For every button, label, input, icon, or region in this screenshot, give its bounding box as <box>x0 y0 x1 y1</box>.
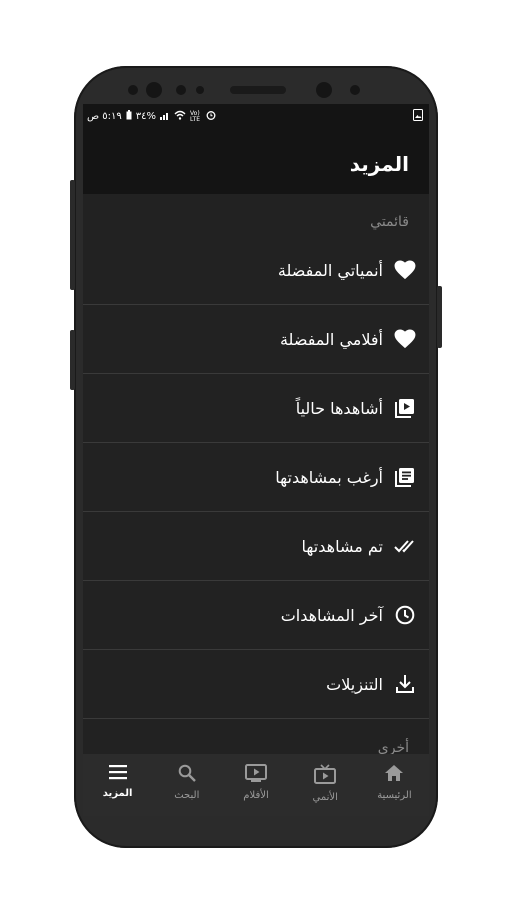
video-library-icon <box>393 396 417 420</box>
menu-item-favorite-movies[interactable]: أفلامي المفضلة <box>83 305 429 374</box>
menu-item-label: أنمياتي المفضلة <box>277 260 383 280</box>
nav-label: البحث <box>174 790 200 801</box>
nav-label: الرئيسية <box>377 790 412 801</box>
phone-earpiece <box>230 86 286 94</box>
home-icon <box>384 764 404 786</box>
nav-label: الأفلام <box>243 790 269 801</box>
phone-camera <box>146 82 162 98</box>
phone-side-button <box>70 180 75 290</box>
clock-icon <box>393 603 417 627</box>
nav-item-more[interactable]: المزيد <box>83 754 152 816</box>
menu-item-currently-watching[interactable]: أشاهدها حالياً <box>83 374 429 443</box>
menu-item-label: آخر المشاهدات <box>280 605 383 625</box>
status-time: ٥:١٩ ص <box>87 111 122 122</box>
app-bar: المزيد <box>83 128 429 194</box>
page-title: المزيد <box>349 152 409 176</box>
nav-item-movies[interactable]: الأفلام <box>221 754 290 816</box>
battery-icon <box>126 110 132 123</box>
menu-item-label: أرغب بمشاهدتها <box>275 467 383 487</box>
menu-item-favorite-anime[interactable]: أنمياتي المفضلة <box>83 236 429 305</box>
nav-label: الأنمي <box>312 792 338 803</box>
app-screen: ٥:١٩ ص ٣٤% Vo) LTE المزيد قائمتي أنمياتي… <box>83 104 429 816</box>
nav-item-search[interactable]: البحث <box>152 754 221 816</box>
phone-camera <box>128 85 138 95</box>
wifi-icon <box>174 110 186 123</box>
double-check-icon <box>393 534 417 558</box>
menu-item-label: أشاهدها حالياً <box>295 398 383 418</box>
gallery-icon <box>413 109 423 124</box>
bottom-navigation: المزيد البحث الأفلام الأنمي الرئيسية <box>83 754 429 816</box>
nav-item-home[interactable]: الرئيسية <box>360 754 429 816</box>
status-bar: ٥:١٩ ص ٣٤% Vo) LTE <box>83 104 429 128</box>
network-label: Vo) LTE <box>190 109 201 123</box>
search-icon <box>178 764 196 786</box>
phone-camera <box>316 82 332 98</box>
phone-side-button <box>70 330 75 390</box>
alarm-icon <box>206 110 216 123</box>
nav-item-anime[interactable]: الأنمي <box>291 754 360 816</box>
heart-icon <box>393 327 417 351</box>
phone-camera <box>196 86 204 94</box>
battery-level: ٣٤% <box>135 111 157 122</box>
menu-item-history[interactable]: آخر المشاهدات <box>83 581 429 650</box>
menu-item-watched[interactable]: تم مشاهدتها <box>83 512 429 581</box>
menu-item-label: التنزيلات <box>326 674 383 694</box>
nav-label: المزيد <box>102 788 133 799</box>
menu-list: أنمياتي المفضلة أفلامي المفضلة أشاهدها ح… <box>83 236 429 719</box>
download-icon <box>393 672 417 696</box>
phone-camera <box>350 85 360 95</box>
signal-icon <box>160 110 170 123</box>
menu-item-label: أفلامي المفضلة <box>279 329 383 349</box>
phone-side-button <box>437 286 442 348</box>
menu-item-want-to-watch[interactable]: أرغب بمشاهدتها <box>83 443 429 512</box>
heart-icon <box>393 258 417 282</box>
movie-icon <box>245 764 267 786</box>
menu-item-label: تم مشاهدتها <box>301 536 383 556</box>
list-icon <box>393 465 417 489</box>
menu-item-downloads[interactable]: التنزيلات <box>83 650 429 719</box>
tv-icon <box>314 764 337 788</box>
phone-camera <box>176 85 186 95</box>
menu-icon <box>108 764 128 784</box>
section-header: قائمتي <box>370 214 409 230</box>
